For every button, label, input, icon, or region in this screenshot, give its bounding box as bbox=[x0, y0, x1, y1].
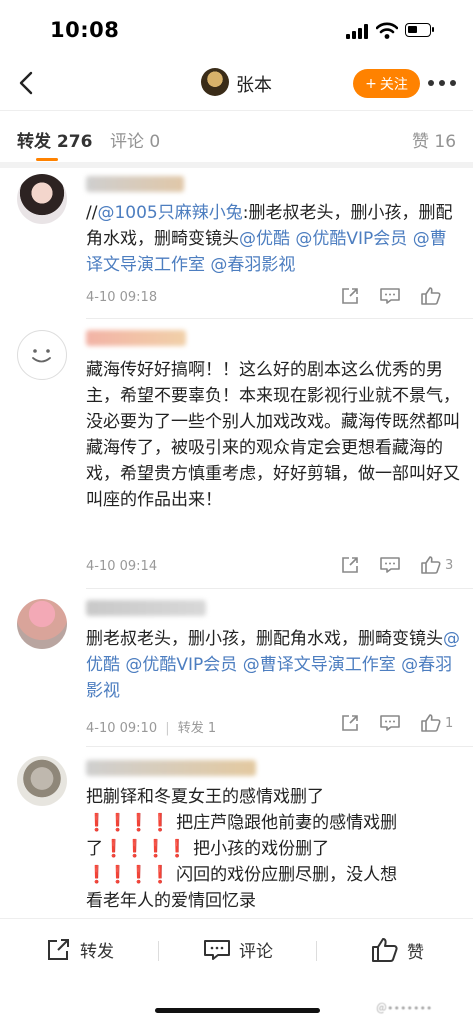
repost-button[interactable]: 转发 bbox=[46, 937, 114, 962]
mention-link[interactable]: @优酷VIP会员 bbox=[125, 655, 237, 675]
share-button[interactable] bbox=[340, 555, 360, 575]
like-button[interactable]: 1 bbox=[420, 713, 453, 733]
repost-count[interactable]: 转发 1 bbox=[178, 721, 216, 736]
tab-bar: 转发 276 评论 0 赞 16 bbox=[0, 110, 473, 162]
plus-icon: + bbox=[365, 75, 377, 92]
share-button[interactable] bbox=[340, 286, 360, 306]
comment-button[interactable] bbox=[379, 286, 401, 306]
mention-link[interactable]: @优酷VIP会员 bbox=[295, 229, 407, 249]
mention-link[interactable]: @春羽影视 bbox=[210, 255, 295, 275]
divider bbox=[86, 318, 473, 319]
comment-meta: 4-10 09:14 bbox=[86, 559, 161, 574]
home-indicator[interactable] bbox=[155, 1008, 320, 1013]
user-name[interactable] bbox=[86, 760, 256, 776]
smiley-icon bbox=[32, 349, 51, 363]
user-name[interactable] bbox=[86, 330, 186, 346]
avatar[interactable] bbox=[17, 599, 67, 649]
comment-actions: 1 bbox=[340, 713, 472, 733]
comment-icon bbox=[380, 557, 400, 573]
like-button[interactable]: 3 bbox=[420, 555, 453, 575]
comment-icon bbox=[380, 288, 400, 304]
comment-button[interactable] bbox=[379, 713, 401, 733]
like-icon bbox=[372, 938, 398, 962]
like-icon bbox=[421, 556, 441, 574]
status-time: 10:08 bbox=[50, 18, 120, 42]
like-button[interactable] bbox=[420, 286, 445, 306]
comment-text: 删老叔老头，删小孩，删配角水戏，删畸变镜头@优酷 @优酷VIP会员 @曹译文导演… bbox=[86, 629, 460, 701]
comment-text: //@1005只麻辣小兔:删老叔老头，删小孩，删配角水戏，删畸变镜头@优酷 @优… bbox=[86, 203, 453, 275]
nav-bar: 张本 + 关注 bbox=[0, 60, 473, 108]
like-icon bbox=[421, 287, 441, 305]
timestamp: 4-10 09:14 bbox=[86, 559, 158, 574]
share-icon bbox=[342, 557, 358, 573]
bottom-action-bar: 转发 评论 赞 bbox=[0, 918, 473, 982]
avatar[interactable] bbox=[17, 330, 67, 380]
signal-icon bbox=[346, 24, 368, 39]
more-icon[interactable] bbox=[428, 80, 456, 86]
mention-link[interactable]: @曹译文导演工作室 bbox=[243, 655, 396, 675]
status-bar: 10:08 bbox=[0, 0, 473, 60]
tab-comment[interactable]: 评论 0 bbox=[110, 127, 160, 152]
divider bbox=[86, 746, 473, 747]
avatar[interactable] bbox=[17, 174, 67, 224]
timestamp: 4-10 09:10 bbox=[86, 721, 158, 736]
page-title[interactable]: 张本 bbox=[236, 71, 272, 97]
comment-icon bbox=[380, 715, 400, 731]
avatar[interactable] bbox=[201, 68, 229, 96]
avatar[interactable] bbox=[17, 756, 67, 806]
user-name[interactable] bbox=[86, 600, 206, 616]
share-icon bbox=[342, 288, 358, 304]
back-icon[interactable] bbox=[12, 68, 42, 98]
share-icon bbox=[342, 715, 358, 731]
tab-repost[interactable]: 转发 276 bbox=[17, 127, 92, 152]
comment-meta: 4-10 09:18 bbox=[86, 290, 161, 305]
follow-button[interactable]: + 关注 bbox=[353, 69, 420, 98]
comment-button[interactable]: 评论 bbox=[203, 937, 273, 962]
mention-link[interactable]: @优酷 bbox=[239, 229, 290, 249]
comment-text: 藏海传好好搞啊！！这么好的剧本这么优秀的男主，希望不要辜负！本来现在影视行业就不… bbox=[86, 360, 460, 510]
divider bbox=[0, 162, 473, 168]
mention-link[interactable]: @1005只麻辣小兔 bbox=[97, 203, 242, 223]
follow-button-label: 关注 bbox=[379, 76, 408, 93]
comment-button[interactable] bbox=[379, 555, 401, 575]
comment-actions bbox=[340, 286, 464, 306]
user-name[interactable] bbox=[86, 176, 184, 192]
share-icon bbox=[48, 938, 69, 960]
like-icon bbox=[421, 714, 441, 732]
tab-like[interactable]: 赞 16 bbox=[412, 127, 456, 152]
timestamp: 4-10 09:18 bbox=[86, 290, 158, 305]
battery-icon bbox=[405, 23, 434, 37]
like-button[interactable]: 赞 bbox=[371, 937, 424, 963]
wifi-icon bbox=[376, 22, 398, 39]
tab-indicator bbox=[36, 158, 58, 161]
share-button[interactable] bbox=[340, 713, 360, 733]
comment-icon bbox=[204, 939, 230, 960]
comment-text: 把蒯铎和冬夏女王的感情戏删了 ❗❗❗❗ 把庄芦隐跟他前妻的感情戏删 了❗❗❗❗ … bbox=[86, 787, 398, 911]
watermark: ＠••••••• bbox=[376, 1002, 433, 1015]
divider bbox=[86, 588, 473, 589]
comment-actions: 3 bbox=[340, 555, 472, 575]
comment-meta: 4-10 09:10 | 转发 1 bbox=[86, 721, 217, 736]
